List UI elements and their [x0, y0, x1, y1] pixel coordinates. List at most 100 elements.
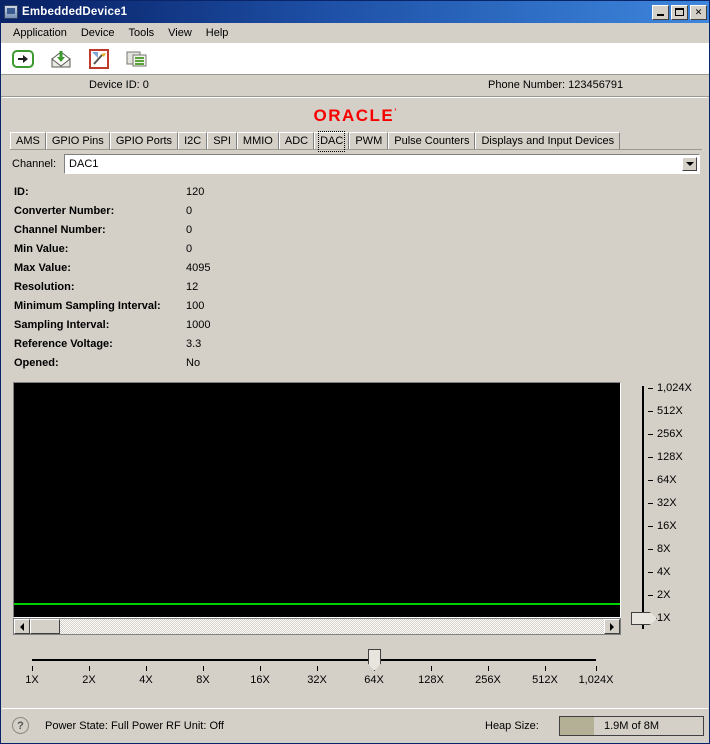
vertical-tick: 32X — [648, 497, 677, 509]
channel-row: Channel: DAC1 — [12, 154, 700, 174]
menu-item-view[interactable]: View — [161, 25, 199, 41]
property-value: 0 — [186, 223, 193, 236]
close-icon: ✕ — [694, 6, 703, 17]
tick-mark-icon — [430, 666, 432, 671]
property-row-min-value: Min Value: 0 — [14, 239, 344, 258]
help-icon[interactable]: ? — [12, 717, 29, 734]
dac-output-chart[interactable] — [13, 382, 621, 618]
menu-item-help[interactable]: Help — [199, 25, 236, 41]
menu-bar: Application Device Tools View Help — [1, 23, 709, 43]
tick-label: 128X — [657, 451, 683, 463]
property-key: Resolution: — [14, 280, 75, 293]
device-icon — [4, 5, 18, 19]
property-row-max-value: Max Value: 4095 — [14, 258, 344, 277]
tick-mark-icon — [544, 666, 546, 671]
channel-select[interactable]: DAC1 — [64, 154, 700, 174]
close-button[interactable]: ✕ — [690, 4, 707, 20]
heap-size-text: 1.9M of 8M — [603, 720, 660, 732]
tab-mmio[interactable]: MMIO — [236, 132, 279, 149]
vertical-tick: 8X — [648, 543, 670, 555]
chevron-down-icon[interactable] — [682, 157, 697, 171]
device-list-icon — [126, 51, 147, 67]
device-id-label: Device ID: 0 — [89, 79, 149, 91]
content-panel: ORACLE’ AMS GPIO Pins GPIO Ports I2C SPI… — [2, 97, 708, 707]
tick-mark-icon — [202, 666, 204, 671]
tick-dash-icon — [648, 502, 653, 504]
horizontal-zoom-slider[interactable]: 1X 2X 4X 8X 16X 32X 64X 128X 256X 512X 1… — [14, 646, 614, 706]
tab-label: AMS — [16, 135, 40, 147]
property-row-resolution: Resolution: 12 — [14, 277, 344, 296]
tick-mark-icon — [595, 666, 597, 671]
tab-gpio-pins[interactable]: GPIO Pins — [45, 132, 110, 149]
vertical-tick: 64X — [648, 474, 677, 486]
tick-label: 64X — [657, 474, 677, 486]
tab-adc[interactable]: ADC — [278, 132, 315, 149]
heap-size-progress[interactable]: 1.9M of 8M — [559, 716, 704, 736]
property-value: 0 — [186, 242, 193, 255]
tick-dash-icon — [648, 479, 653, 481]
vertical-slider-track[interactable] — [642, 386, 644, 629]
tick-mark-icon — [31, 666, 33, 671]
tick-dash-icon — [648, 387, 653, 389]
chart-canvas — [14, 383, 620, 617]
chart-horizontal-scrollbar[interactable] — [13, 618, 621, 635]
menu-item-tools[interactable]: Tools — [121, 25, 161, 41]
tab-i2c[interactable]: I2C — [178, 132, 208, 149]
property-key: Max Value: — [14, 261, 71, 274]
edit-properties-button[interactable] — [86, 46, 112, 72]
tick-label: 2X — [657, 589, 671, 601]
tab-label: Pulse Counters — [394, 135, 470, 147]
connect-device-button[interactable] — [10, 46, 36, 72]
vertical-zoom-slider[interactable]: 1,024X 512X 256X 128X 64X 32X 16X 8X 4X … — [630, 382, 702, 635]
property-key: Channel Number: — [14, 223, 106, 236]
menu-item-application[interactable]: Application — [6, 25, 74, 41]
tab-pulse-counters[interactable]: Pulse Counters — [388, 132, 476, 149]
tab-label: MMIO — [242, 135, 273, 147]
device-list-button[interactable] — [124, 46, 150, 72]
horizontal-slider-thumb[interactable] — [368, 649, 381, 671]
oracle-logo-text: ORACLE — [313, 106, 395, 125]
tick-mark-icon — [259, 666, 261, 671]
scrollbar-track[interactable] — [60, 619, 604, 634]
maximize-button[interactable] — [671, 4, 688, 20]
tick-label: 256X — [657, 428, 683, 440]
title-bar: EmbeddedDevice1 ✕ — [1, 1, 709, 23]
maximize-icon — [672, 6, 687, 19]
download-button[interactable] — [48, 46, 74, 72]
property-row-minimum-sampling-interval: Minimum Sampling Interval: 100 — [14, 296, 344, 315]
scrollbar-thumb[interactable] — [30, 619, 60, 634]
horizontal-slider-track[interactable] — [32, 659, 596, 661]
minimize-icon — [653, 6, 668, 19]
tick-dash-icon — [648, 456, 653, 458]
vertical-tick: 256X — [648, 428, 683, 440]
edit-properties-icon — [89, 49, 109, 69]
tick-mark-icon — [316, 666, 318, 671]
connect-device-icon — [12, 50, 34, 68]
property-row-sampling-interval: Sampling Interval: 1000 — [14, 315, 344, 334]
vertical-tick: 128X — [648, 451, 683, 463]
property-key: ID: — [14, 185, 29, 198]
minimize-button[interactable] — [652, 4, 669, 20]
menu-item-device[interactable]: Device — [74, 25, 122, 41]
scroll-right-button[interactable] — [604, 619, 620, 634]
tick-label: 1,024X — [657, 382, 692, 394]
tick-label: 16X — [657, 520, 677, 532]
tab-displays-and-input-devices[interactable]: Displays and Input Devices — [475, 132, 621, 149]
tab-pwm[interactable]: PWM — [349, 132, 389, 149]
property-row-reference-voltage: Reference Voltage: 3.3 — [14, 334, 344, 353]
property-row-opened: Opened: No — [14, 353, 344, 372]
tab-label: I2C — [184, 135, 202, 147]
tab-dac[interactable]: DAC — [314, 131, 350, 152]
property-row-channel-number: Channel Number: 0 — [14, 220, 344, 239]
oracle-logo-mark: ’ — [394, 107, 397, 117]
vertical-tick: 1,024X — [648, 382, 692, 394]
tab-ams[interactable]: AMS — [10, 132, 46, 149]
download-icon — [51, 51, 71, 68]
property-value: 120 — [186, 185, 205, 198]
tab-gpio-ports[interactable]: GPIO Ports — [109, 132, 179, 149]
scroll-left-button[interactable] — [14, 619, 30, 634]
tab-label: DAC — [318, 131, 346, 152]
tab-label: SPI — [213, 135, 231, 147]
tab-spi[interactable]: SPI — [207, 132, 237, 149]
power-state-label: Power State: Full Power RF Unit: Off — [45, 720, 224, 732]
